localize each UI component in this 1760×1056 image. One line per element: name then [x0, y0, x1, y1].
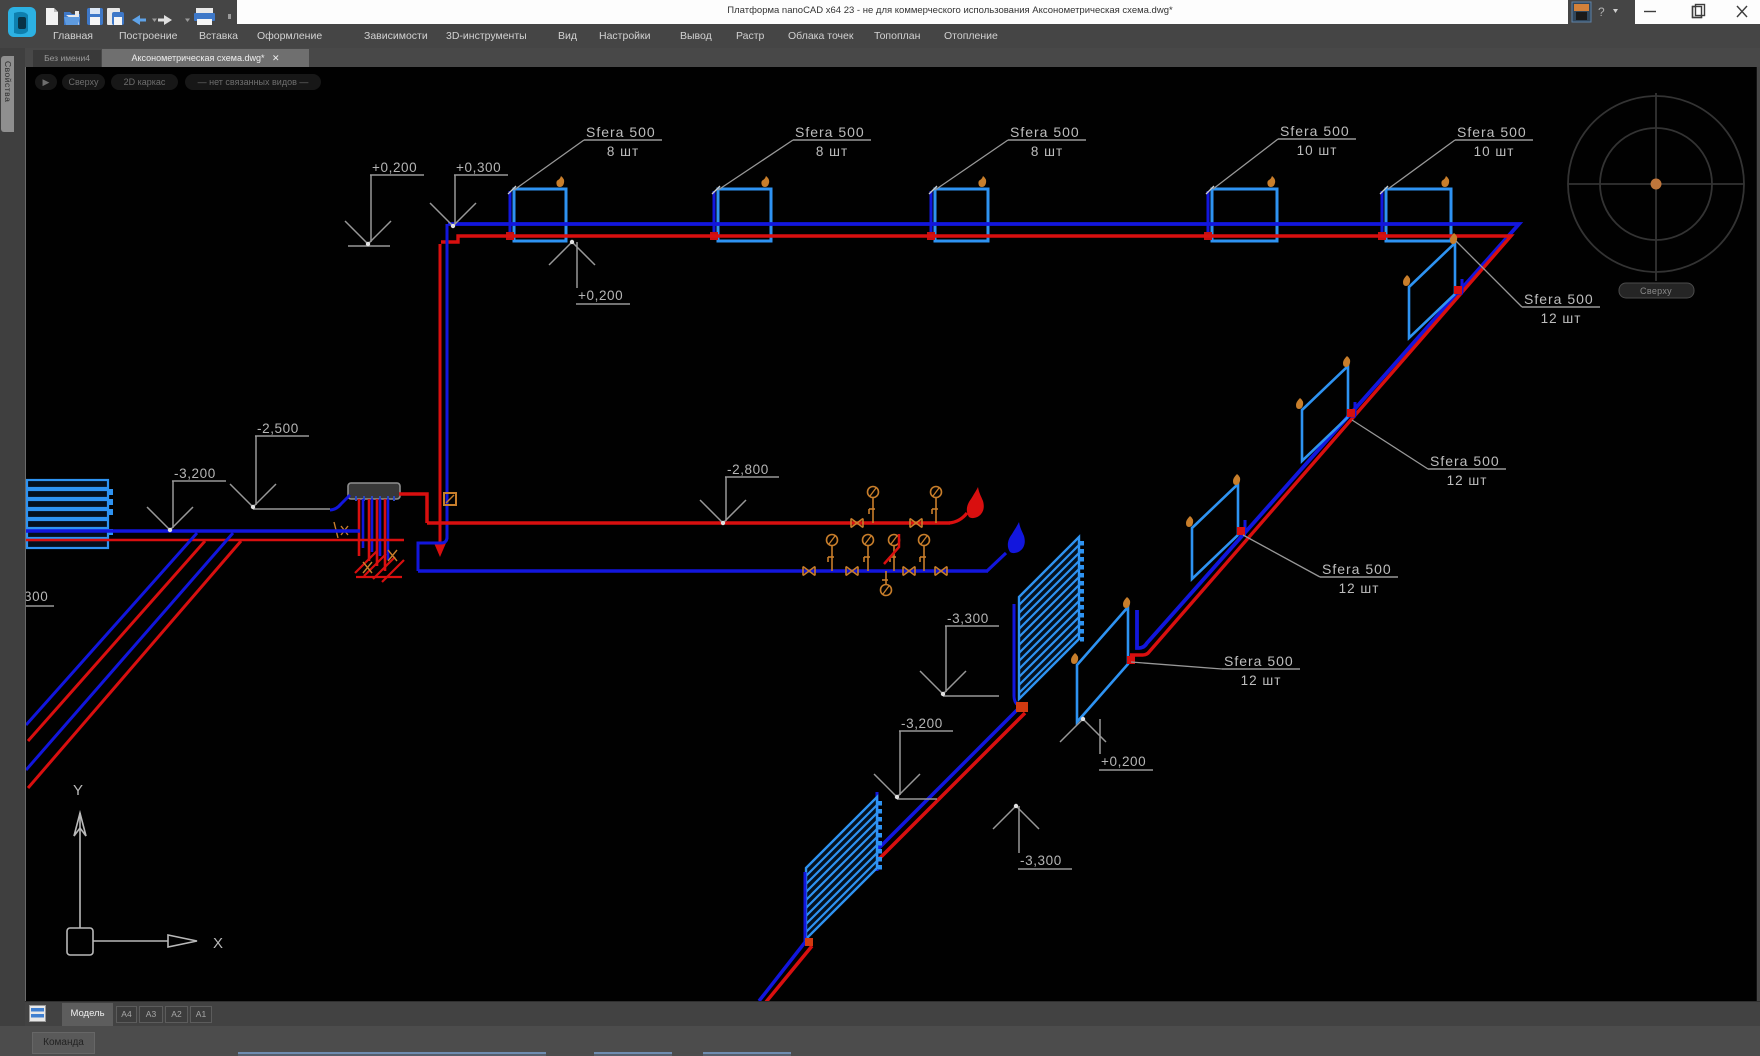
svg-text:10 шт: 10 шт: [1474, 144, 1515, 159]
svg-text:+0,200: +0,200: [1101, 754, 1146, 769]
svg-text:-2,500: -2,500: [257, 421, 299, 436]
svg-text:Sfera 500: Sfera 500: [1430, 453, 1500, 469]
svg-text:Sfera 500: Sfera 500: [795, 124, 865, 140]
svg-text:Y: Y: [73, 782, 83, 799]
svg-text:Sfera 500: Sfera 500: [1322, 561, 1392, 577]
svg-text:10 шт: 10 шт: [1297, 143, 1338, 158]
svg-text:X: X: [213, 935, 223, 952]
svg-text:+0,300: +0,300: [456, 160, 501, 175]
svg-text:Сверху: Сверху: [1640, 286, 1672, 296]
svg-text:8 шт: 8 шт: [816, 144, 848, 159]
svg-text:8 шт: 8 шт: [607, 144, 639, 159]
svg-text:Sfera 500: Sfera 500: [1224, 653, 1294, 669]
svg-text:?: ?: [1598, 5, 1605, 19]
svg-text:Sfera 500: Sfera 500: [1280, 123, 1350, 139]
svg-text:+0,200: +0,200: [372, 160, 417, 175]
svg-text:-2,800: -2,800: [727, 462, 769, 477]
svg-text:300: 300: [24, 589, 48, 604]
svg-text:-3,300: -3,300: [947, 611, 989, 626]
svg-text:8 шт: 8 шт: [1031, 144, 1063, 159]
svg-text:-3,200: -3,200: [901, 716, 943, 731]
svg-text:-3,200: -3,200: [174, 466, 216, 481]
svg-text:12 шт: 12 шт: [1339, 581, 1380, 596]
svg-text:12 шт: 12 шт: [1241, 673, 1282, 688]
svg-text:+0,200: +0,200: [578, 288, 623, 303]
svg-text:Sfera 500: Sfera 500: [1524, 291, 1594, 307]
svg-text:-3,300: -3,300: [1020, 853, 1062, 868]
svg-text:12 шт: 12 шт: [1541, 311, 1582, 326]
svg-text:12 шт: 12 шт: [1447, 473, 1488, 488]
svg-text:Sfera 500: Sfera 500: [586, 124, 656, 140]
svg-text:Sfera 500: Sfera 500: [1457, 124, 1527, 140]
svg-text:Sfera 500: Sfera 500: [1010, 124, 1080, 140]
